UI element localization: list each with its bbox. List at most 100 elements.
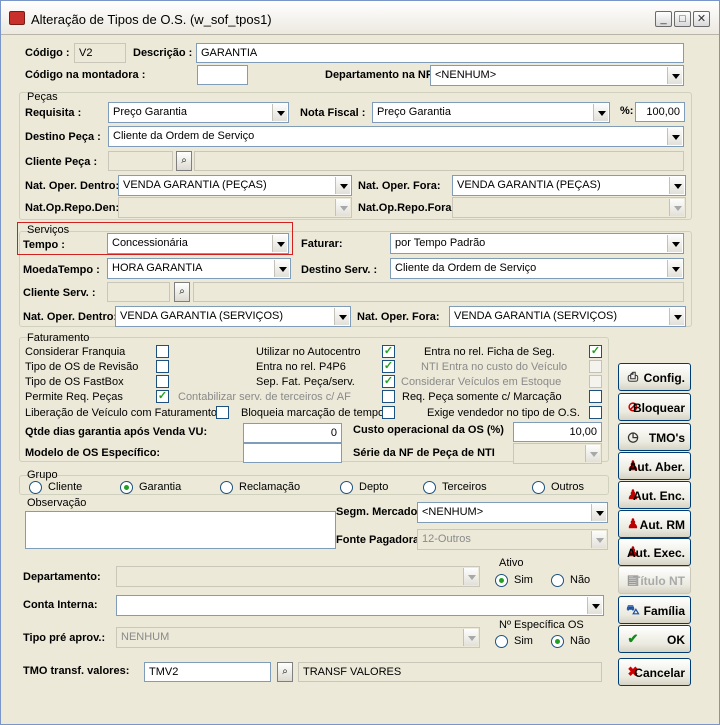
serie-select[interactable] — [513, 443, 602, 464]
req-peca-checkbox[interactable] — [589, 390, 602, 403]
grupo-radio-reclamação[interactable] — [220, 481, 233, 494]
bloquear-button[interactable]: ⊘ Bloquear — [618, 393, 691, 421]
conta-select[interactable] — [116, 595, 604, 616]
contabilizar-checkbox[interactable] — [382, 390, 395, 403]
chevron-down-icon[interactable] — [463, 568, 478, 585]
destino-serv-select[interactable]: Cliente da Ordem de Serviço — [390, 258, 684, 279]
grupo-radio-terceiros[interactable] — [423, 481, 436, 494]
percent-field[interactable]: 100,00 — [635, 102, 685, 122]
nat-dentro-serv-select[interactable]: VENDA GARANTIA (SERVIÇOS) — [115, 306, 351, 327]
codigo-field[interactable]: V2 — [74, 43, 126, 63]
tipo-revisao-checkbox[interactable] — [156, 360, 169, 373]
chevron-down-icon[interactable] — [667, 235, 682, 252]
qtde-field[interactable]: 0 — [243, 423, 342, 443]
codigo-montadora-field[interactable] — [197, 65, 248, 85]
ativo-sim-radio[interactable] — [495, 574, 508, 587]
ativo-nao-radio[interactable] — [551, 574, 564, 587]
aut-aber-button[interactable]: ♟ Aut. Aber. — [618, 452, 691, 480]
nota-fiscal-select[interactable]: Preço Garantia — [372, 102, 610, 123]
fonte-select[interactable]: 12-Outros — [417, 529, 608, 550]
veiculos-estoque-checkbox[interactable] — [589, 375, 602, 388]
repo-fora-select[interactable] — [452, 197, 686, 218]
chevron-down-icon[interactable] — [272, 104, 287, 121]
chevron-down-icon[interactable] — [669, 308, 684, 325]
chevron-down-icon[interactable] — [593, 104, 608, 121]
chevron-down-icon[interactable] — [272, 235, 287, 252]
sep-fat-checkbox[interactable]: ✓ — [382, 375, 395, 388]
cliente-peca-name[interactable] — [194, 151, 684, 171]
chevron-down-icon[interactable] — [463, 629, 478, 646]
especifica-nao-radio[interactable] — [551, 635, 564, 648]
permite-req-checkbox[interactable]: ✓ — [156, 390, 169, 403]
lookup-icon[interactable]: ⌕ — [277, 662, 293, 682]
nat-dentro-pecas-select[interactable]: VENDA GARANTIA (PEÇAS) — [118, 175, 352, 196]
descricao-field[interactable]: GARANTIA — [196, 43, 684, 63]
titulo-nt-button[interactable]: ▤ Título NT — [618, 566, 691, 594]
departamento-select[interactable] — [116, 566, 480, 587]
ok-button[interactable]: ✔ OK — [618, 625, 691, 653]
nat-fora-serv-select[interactable]: VENDA GARANTIA (SERVIÇOS) — [449, 306, 686, 327]
observacao-field[interactable] — [25, 511, 336, 549]
minimize-button[interactable]: _ — [655, 11, 672, 27]
close-button[interactable]: ✕ — [693, 11, 710, 27]
faturar-select[interactable]: por Tempo Padrão — [390, 233, 684, 254]
nti-custo-label: NTI Entra no custo do Veículo — [421, 361, 568, 373]
ficha-seg-checkbox[interactable]: ✓ — [589, 345, 602, 358]
considerar-franquia-checkbox[interactable] — [156, 345, 169, 358]
liberacao-checkbox[interactable] — [216, 406, 229, 419]
destino-serv-value: Cliente da Ordem de Serviço — [395, 262, 537, 274]
fastbox-checkbox[interactable] — [156, 375, 169, 388]
permite-req-label: Permite Req. Peças — [25, 391, 123, 403]
qtde-label: Qtde dias garantia após Venda VU: — [25, 426, 208, 438]
chevron-down-icon[interactable] — [667, 260, 682, 277]
chevron-down-icon[interactable] — [591, 531, 606, 548]
chevron-down-icon[interactable] — [667, 67, 682, 84]
custo-field[interactable]: 10,00 — [513, 422, 602, 442]
chevron-down-icon[interactable] — [669, 177, 684, 194]
chevron-down-icon[interactable] — [591, 504, 606, 521]
maximize-button[interactable]: □ — [674, 11, 691, 27]
especifica-sim-radio[interactable] — [495, 635, 508, 648]
moeda-tempo-select[interactable]: HORA GARANTIA — [107, 258, 291, 279]
chevron-down-icon[interactable] — [667, 128, 682, 145]
chevron-down-icon[interactable] — [274, 260, 289, 277]
tempo-select[interactable]: Concessionária — [107, 233, 289, 254]
chevron-down-icon[interactable] — [669, 199, 684, 216]
tmo-code-field[interactable]: TMV2 — [144, 662, 271, 682]
aut-enc-button[interactable]: ♟ Aut. Enc. — [618, 481, 691, 509]
repo-den-select[interactable] — [118, 197, 352, 218]
grupo-radio-garantia[interactable] — [120, 481, 133, 494]
grupo-radio-cliente[interactable] — [29, 481, 42, 494]
cancelar-button[interactable]: ✖ Cancelar — [618, 658, 691, 686]
exige-checkbox[interactable] — [589, 406, 602, 419]
cliente-peca-code[interactable] — [108, 151, 173, 171]
nat-fora-pecas-select[interactable]: VENDA GARANTIA (PEÇAS) — [452, 175, 686, 196]
cliente-serv-name[interactable] — [193, 282, 684, 302]
p4p6-checkbox[interactable]: ✓ — [382, 360, 395, 373]
nti-custo-checkbox[interactable] — [589, 360, 602, 373]
autocentro-checkbox[interactable]: ✓ — [382, 345, 395, 358]
chevron-down-icon[interactable] — [335, 199, 350, 216]
modelo-field[interactable] — [243, 443, 342, 463]
aut-exec-button[interactable]: ♟ Aut. Exec. — [618, 538, 691, 566]
grupo-radio-depto[interactable] — [340, 481, 353, 494]
chevron-down-icon[interactable] — [587, 597, 602, 614]
segm-select[interactable]: <NENHUM> — [417, 502, 608, 523]
requisita-select[interactable]: Preço Garantia — [108, 102, 289, 123]
aut-rm-button[interactable]: ♟ Aut. RM — [618, 510, 691, 538]
button-label: Config. — [643, 371, 685, 385]
destino-peca-select[interactable]: Cliente da Ordem de Serviço — [108, 126, 684, 147]
grupo-radio-outros[interactable] — [532, 481, 545, 494]
depto-nf-select[interactable]: <NENHUM> — [430, 65, 684, 86]
chevron-down-icon[interactable] — [585, 445, 600, 462]
familia-button[interactable]: ⛍ Família — [618, 596, 691, 624]
tipo-pre-select[interactable]: NENHUM — [116, 627, 480, 648]
config-button[interactable]: ⎙ Config. — [618, 363, 691, 391]
lookup-icon[interactable]: ⌕ — [176, 151, 192, 171]
tmos-button[interactable]: ◷ TMO's — [618, 423, 691, 451]
chevron-down-icon[interactable] — [334, 308, 349, 325]
cliente-serv-code[interactable] — [107, 282, 170, 302]
chevron-down-icon[interactable] — [335, 177, 350, 194]
lookup-icon[interactable]: ⌕ — [174, 282, 190, 302]
bloqueia-checkbox[interactable] — [382, 406, 395, 419]
